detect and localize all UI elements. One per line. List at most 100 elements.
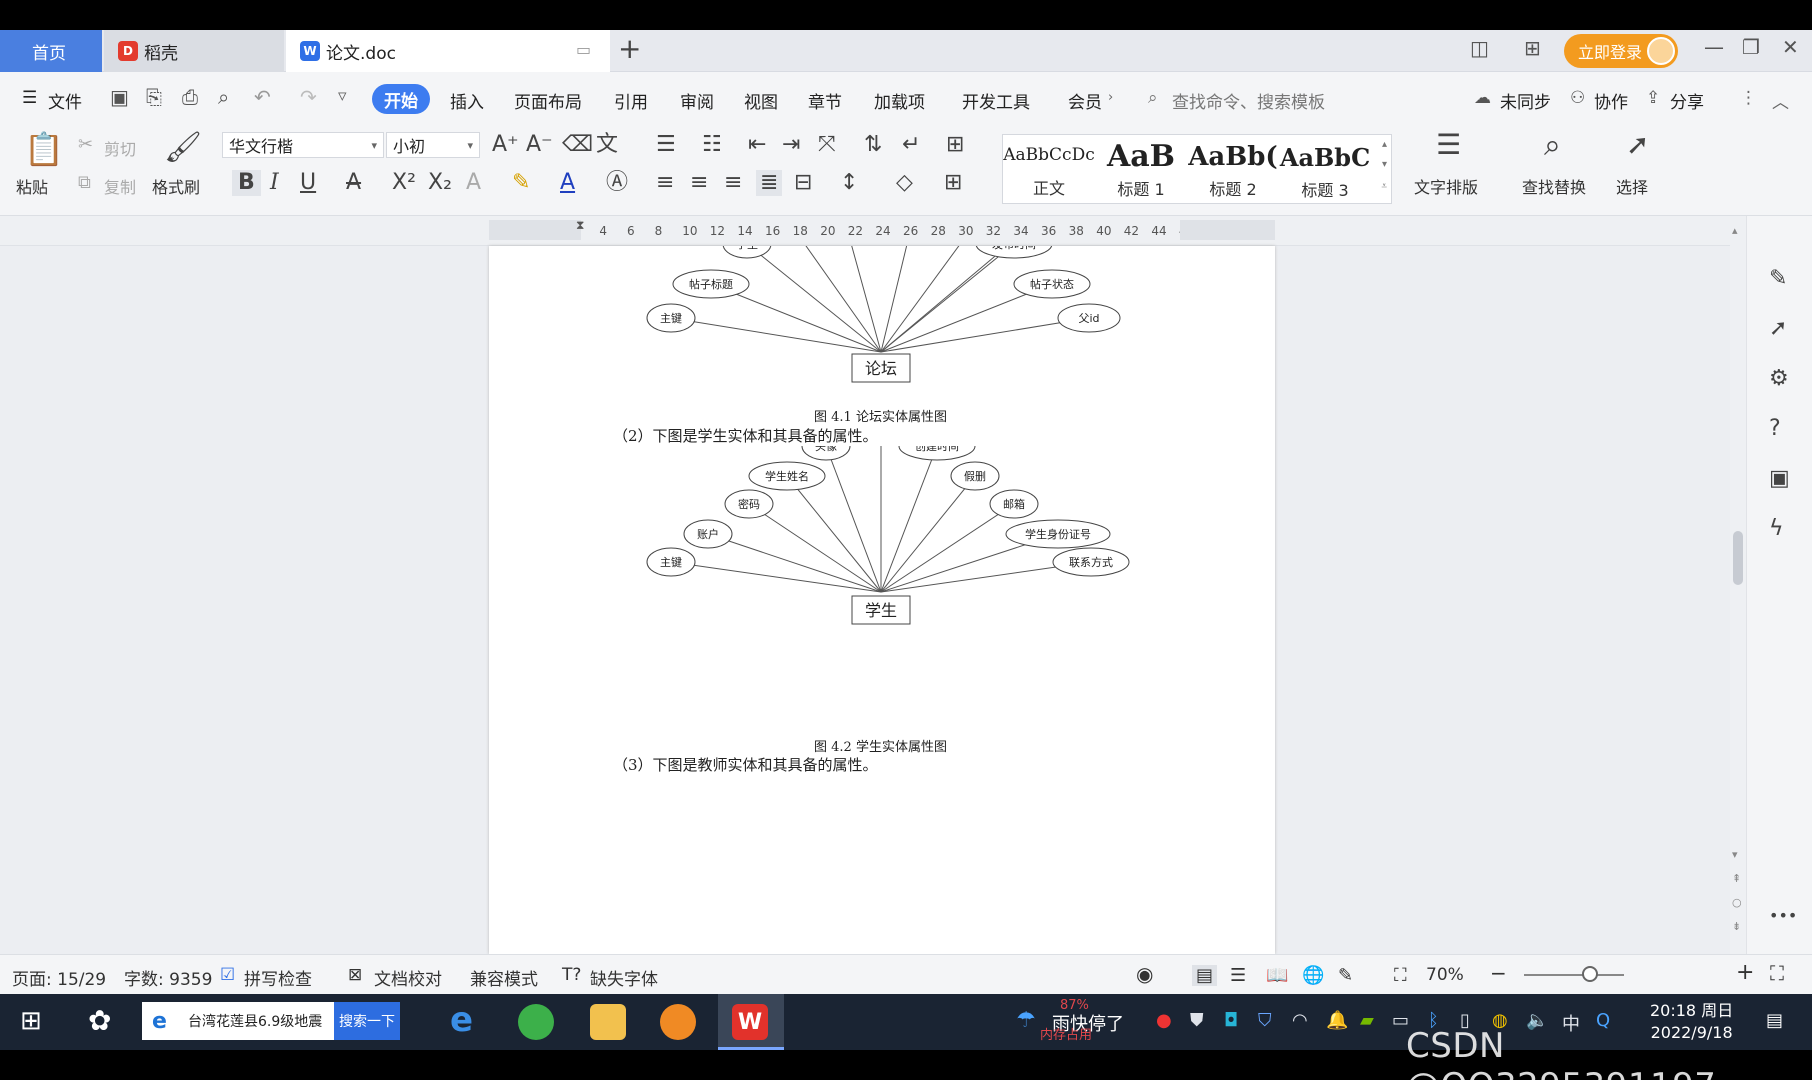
cut-button[interactable]: 剪切 bbox=[104, 136, 136, 160]
zoom-slider-track[interactable] bbox=[1524, 974, 1624, 976]
clear-format-icon[interactable]: ⌫ bbox=[562, 134, 593, 156]
menu-references[interactable]: 引用 bbox=[614, 88, 648, 113]
quick-access-dropdown-icon[interactable]: ▿ bbox=[338, 86, 347, 106]
reading-view-icon[interactable]: 📖 bbox=[1266, 965, 1288, 986]
horizontal-ruler[interactable]: 6422468101214161820222426283032343638404… bbox=[0, 216, 1812, 246]
paste-icon[interactable]: 📋 bbox=[24, 132, 64, 166]
new-tab-icon[interactable]: + bbox=[618, 32, 641, 65]
fit-page-icon[interactable]: ⛶ bbox=[1394, 965, 1407, 986]
strikethrough-icon[interactable]: A bbox=[346, 172, 361, 194]
wifi-icon[interactable]: ◠ bbox=[1292, 1010, 1308, 1031]
tray-security-icon[interactable]: ⛊ bbox=[1190, 1010, 1204, 1031]
vertical-scrollbar[interactable]: ▴ ▾ ⇞ ○ ⇟ bbox=[1730, 216, 1746, 954]
char-border-icon[interactable]: Ⓐ bbox=[606, 172, 628, 194]
style-heading2[interactable]: AaBb(标题 2 bbox=[1187, 135, 1279, 203]
reading-layout-icon[interactable]: ◫ bbox=[1470, 36, 1489, 60]
distribute-icon[interactable]: ⊟ bbox=[794, 172, 812, 194]
restore-icon[interactable]: ❐ bbox=[1742, 35, 1760, 59]
menu-insert[interactable]: 插入 bbox=[450, 88, 484, 113]
superscript-icon[interactable]: X² bbox=[392, 172, 416, 194]
styles-scroll-down-icon[interactable]: ▾ bbox=[1382, 159, 1387, 170]
prev-page-icon[interactable]: ⇞ bbox=[1732, 872, 1741, 885]
notification-bell-icon[interactable]: 🔔 bbox=[1326, 1010, 1348, 1031]
shrink-font-icon[interactable]: A⁻ bbox=[526, 134, 553, 156]
eye-protect-icon[interactable]: ◉ bbox=[1136, 962, 1153, 986]
menu-view[interactable]: 视图 bbox=[744, 88, 778, 113]
select-browse-object-icon[interactable]: ○ bbox=[1732, 896, 1742, 909]
scroll-up-icon[interactable]: ▴ bbox=[1732, 224, 1738, 237]
nvidia-icon[interactable]: ▰ bbox=[1360, 1010, 1374, 1031]
format-painter-button[interactable]: 格式刷 bbox=[152, 174, 200, 198]
decrease-indent-icon[interactable]: ⇤ bbox=[748, 134, 766, 156]
find-replace-button[interactable]: 查找替换 bbox=[1522, 174, 1586, 198]
grow-font-icon[interactable]: A⁺ bbox=[492, 134, 519, 156]
page-view-icon[interactable]: ▤ bbox=[1192, 965, 1218, 986]
spellcheck-checkbox-icon[interactable]: ☑ bbox=[220, 965, 235, 985]
font-size-select[interactable]: 小初 ▾ bbox=[386, 132, 480, 158]
menu-file[interactable]: 文件 bbox=[48, 88, 82, 113]
style-heading3[interactable]: AaBbC 标题 3 bbox=[1279, 135, 1371, 203]
menu-page-layout[interactable]: 页面布局 bbox=[514, 88, 582, 113]
missing-font-button[interactable]: 缺失字体 bbox=[590, 965, 658, 990]
export-pdf-icon[interactable]: ⎘ bbox=[146, 85, 162, 109]
phonetic-guide-icon[interactable]: 文 bbox=[596, 134, 618, 156]
hamburger-icon[interactable]: ☰ bbox=[22, 88, 37, 108]
save-icon[interactable]: ▣ bbox=[110, 85, 129, 109]
media-app-icon[interactable] bbox=[660, 1004, 696, 1040]
wps-taskbar-button[interactable]: W bbox=[718, 994, 784, 1050]
style-heading1[interactable]: AaB 标题 1 bbox=[1095, 135, 1187, 203]
help-icon[interactable]: ? bbox=[1769, 416, 1781, 441]
undo-icon[interactable]: ↶ bbox=[254, 85, 271, 109]
login-button[interactable]: 立即登录 bbox=[1564, 34, 1678, 68]
tray-app-icon[interactable]: ● bbox=[1156, 1010, 1172, 1031]
shading-icon[interactable]: ◇ bbox=[896, 172, 913, 194]
line-spacing-icon[interactable]: ↕ bbox=[840, 172, 858, 194]
spellcheck-button[interactable]: 拼写检查 bbox=[244, 965, 312, 990]
scroll-down-icon[interactable]: ▾ bbox=[1732, 848, 1738, 861]
next-page-icon[interactable]: ⇟ bbox=[1732, 920, 1741, 933]
tab-daoke[interactable]: D 稻壳 bbox=[104, 30, 284, 72]
italic-icon[interactable]: I bbox=[270, 172, 279, 194]
menu-review[interactable]: 审阅 bbox=[680, 88, 714, 113]
pen-edit-icon[interactable]: ✎ bbox=[1769, 266, 1787, 291]
tab-ruler-icon[interactable]: ⊞ bbox=[946, 134, 964, 156]
align-center-icon[interactable]: ≡ bbox=[690, 172, 708, 194]
tray-shield-icon[interactable]: ⛉ bbox=[1258, 1010, 1272, 1031]
lightning-icon[interactable]: ϟ bbox=[1769, 516, 1784, 541]
styles-scroll-up-icon[interactable]: ▴ bbox=[1382, 139, 1387, 150]
text-layout-button[interactable]: 文字排版 bbox=[1414, 174, 1478, 198]
print-icon[interactable]: ⎙ bbox=[182, 85, 198, 109]
assistant-app-icon[interactable]: ✿ bbox=[88, 1004, 111, 1037]
menu-member[interactable]: 会员 bbox=[1068, 88, 1102, 113]
minimize-icon[interactable]: — bbox=[1704, 35, 1724, 59]
menu-developer[interactable]: 开发工具 bbox=[962, 88, 1030, 113]
tab-pin-icon[interactable]: ▭ bbox=[576, 40, 591, 59]
image-search-icon[interactable]: ▣ bbox=[1769, 466, 1790, 491]
360-browser-icon[interactable] bbox=[518, 1004, 554, 1040]
zoom-slider-knob[interactable] bbox=[1582, 966, 1598, 982]
more-options-icon[interactable]: ⋮ bbox=[1740, 88, 1757, 108]
sync-status[interactable]: 未同步 bbox=[1500, 88, 1551, 113]
font-color-icon[interactable]: A bbox=[560, 172, 575, 194]
menu-chapter[interactable]: 章节 bbox=[808, 88, 842, 113]
subscript-icon[interactable]: X₂ bbox=[428, 172, 452, 194]
taskbar-search-button[interactable]: 搜索一下 bbox=[334, 1002, 400, 1040]
collapse-ribbon-icon[interactable]: ︿ bbox=[1772, 88, 1789, 113]
collab-button[interactable]: 协作 bbox=[1594, 88, 1628, 113]
increase-indent-icon[interactable]: ⇥ bbox=[782, 134, 800, 156]
pointer-icon[interactable]: ➚ bbox=[1769, 316, 1787, 341]
close-icon[interactable]: ✕ bbox=[1782, 35, 1799, 59]
zoom-out-icon[interactable]: − bbox=[1490, 961, 1507, 985]
justify-icon[interactable]: ≣ bbox=[756, 170, 783, 196]
tray-sync-icon[interactable]: ◘ bbox=[1224, 1010, 1238, 1031]
write-mode-icon[interactable]: ✎ bbox=[1338, 965, 1353, 986]
fullscreen-icon[interactable]: ⛶ bbox=[1770, 961, 1784, 985]
format-painter-icon[interactable]: 🖌 bbox=[164, 132, 202, 164]
more-tabs-icon[interactable]: › bbox=[1108, 90, 1113, 105]
sort-icon[interactable]: ⇅ bbox=[864, 134, 882, 156]
web-view-icon[interactable]: 🌐 bbox=[1302, 965, 1324, 986]
more-dots-icon[interactable]: ••• bbox=[1769, 906, 1797, 925]
proofread-button[interactable]: 文档校对 bbox=[374, 965, 442, 990]
find-replace-icon[interactable]: ⌕ bbox=[1544, 130, 1561, 162]
ie-browser-icon[interactable]: e bbox=[450, 1000, 473, 1040]
